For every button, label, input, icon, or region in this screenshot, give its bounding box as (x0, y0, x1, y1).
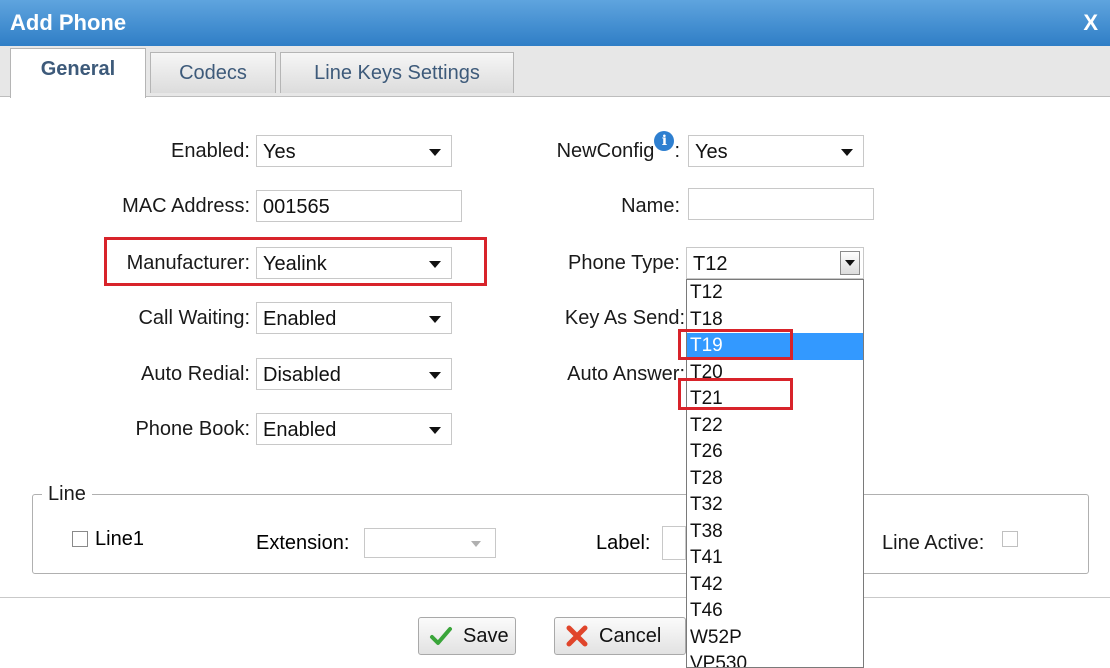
save-button-label: Save (463, 625, 509, 647)
tab-codecs[interactable]: Codecs (150, 52, 276, 93)
newconfig-select[interactable]: Yes (688, 135, 864, 167)
line1-checkbox[interactable] (72, 531, 88, 547)
manufacturer-label: Manufacturer: (126, 252, 250, 274)
mac-address-label: MAC Address: (122, 195, 250, 217)
manufacturer-select[interactable]: Yealink (256, 247, 452, 279)
option-t20[interactable]: T20 (687, 360, 863, 387)
line1-label: Line1 (95, 528, 144, 550)
save-button[interactable]: Save (418, 617, 516, 655)
option-t22[interactable]: T22 (687, 413, 863, 440)
dialog-title: Add Phone (10, 10, 127, 35)
tab-general[interactable]: General (10, 48, 146, 98)
call-waiting-label: Call Waiting: (138, 307, 250, 329)
manufacturer-value: Yealink (263, 253, 327, 275)
label-label: Label: (596, 532, 651, 554)
call-waiting-value: Enabled (263, 308, 337, 330)
option-t28[interactable]: T28 (687, 466, 863, 493)
chevron-down-icon (429, 372, 441, 379)
option-t41[interactable]: T41 (687, 545, 863, 572)
phone-book-select[interactable]: Enabled (256, 413, 452, 445)
phone-book-label: Phone Book: (135, 418, 250, 440)
option-t12[interactable]: T12 (687, 280, 863, 307)
chevron-down-icon (841, 149, 853, 156)
cancel-button-label: Cancel (599, 625, 662, 647)
chevron-down-icon (429, 427, 441, 434)
auto-redial-value: Disabled (263, 364, 341, 386)
option-t32[interactable]: T32 (687, 492, 863, 519)
extension-select[interactable] (364, 528, 496, 558)
mac-address-input[interactable]: 001565 (256, 190, 462, 222)
phone-type-dropdown-list: T12 T18 T19 T20 T21 T22 T26 T28 T32 T38 … (686, 279, 864, 668)
option-t42[interactable]: T42 (687, 572, 863, 599)
tab-line-keys-settings[interactable]: Line Keys Settings (280, 52, 514, 93)
footer-divider (0, 597, 1110, 598)
dialog-title-bar (0, 0, 1110, 46)
chevron-down-icon (429, 149, 441, 156)
phone-book-value: Enabled (263, 419, 337, 441)
key-as-send-label: Key As Send: (564, 307, 685, 329)
line-legend: Line (42, 482, 92, 506)
auto-redial-select[interactable]: Disabled (256, 358, 452, 390)
label-input[interactable] (662, 526, 686, 560)
auto-answer-label: Auto Answer: (567, 363, 685, 385)
info-icon[interactable]: i (654, 131, 675, 151)
phone-type-value: T12 (693, 253, 728, 275)
close-button[interactable]: X (1083, 8, 1098, 38)
cancel-button[interactable]: Cancel (554, 617, 686, 655)
chevron-down-icon (471, 541, 481, 547)
chevron-down-icon (429, 316, 441, 323)
line-active-checkbox[interactable] (1002, 531, 1018, 547)
phone-type-label: Phone Type: (568, 252, 680, 274)
chevron-down-icon (845, 260, 855, 266)
call-waiting-select[interactable]: Enabled (256, 302, 452, 334)
newconfig-colon: : (674, 140, 680, 162)
newconfig-label: NewConfig i: (520, 131, 680, 169)
chevron-down-icon (429, 261, 441, 268)
option-vp530[interactable]: VP530 (687, 651, 863, 667)
newconfig-value: Yes (695, 141, 728, 163)
check-icon (430, 627, 452, 645)
name-input[interactable] (688, 188, 874, 220)
auto-redial-label: Auto Redial: (141, 363, 250, 385)
enabled-select[interactable]: Yes (256, 135, 452, 167)
newconfig-label-text: NewConfig (556, 140, 655, 162)
option-t21[interactable]: T21 (687, 386, 863, 413)
enabled-value: Yes (263, 141, 296, 163)
phone-type-select[interactable]: T12 (686, 247, 864, 279)
option-t18[interactable]: T18 (687, 307, 863, 334)
cancel-x-icon (566, 625, 588, 647)
option-t46[interactable]: T46 (687, 598, 863, 625)
line-active-label: Line Active: (882, 532, 985, 554)
enabled-label: Enabled: (171, 140, 250, 162)
name-label: Name: (621, 195, 680, 217)
option-t19[interactable]: T19 (687, 333, 863, 360)
extension-label: Extension: (256, 532, 350, 554)
option-t26[interactable]: T26 (687, 439, 863, 466)
option-w52p[interactable]: W52P (687, 625, 863, 652)
phone-type-dropdown-button[interactable] (840, 251, 860, 275)
option-t38[interactable]: T38 (687, 519, 863, 546)
